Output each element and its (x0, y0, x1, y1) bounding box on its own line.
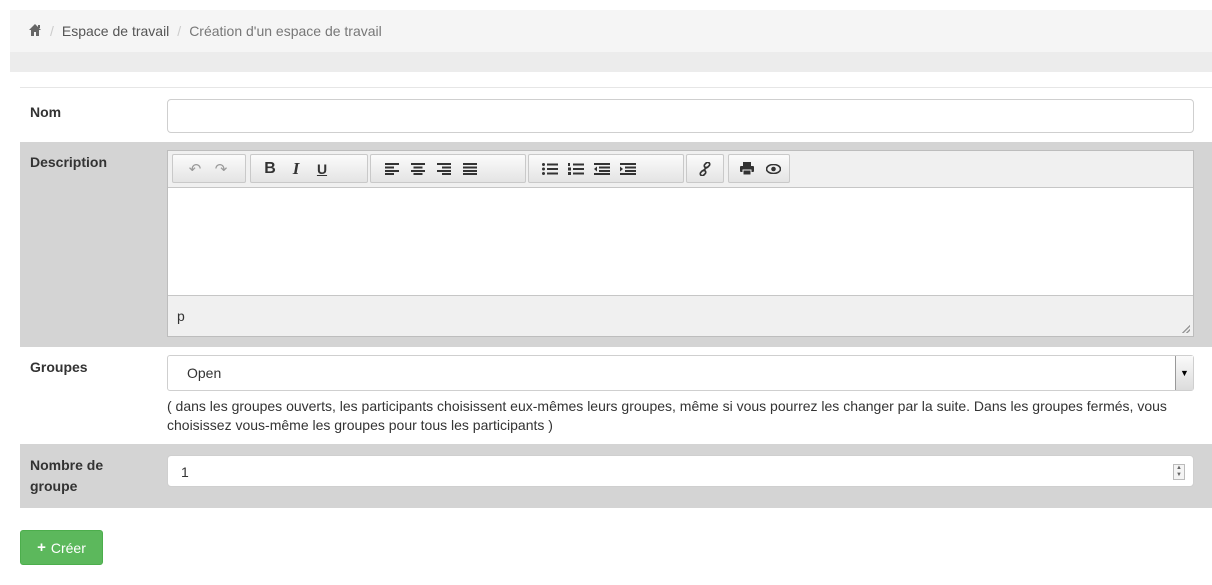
print-icon[interactable] (734, 155, 760, 182)
plus-icon: + (37, 539, 46, 556)
align-group (370, 154, 526, 183)
link-icon[interactable] (692, 155, 718, 182)
element-path[interactable]: p (177, 308, 185, 324)
nom-label: Nom (30, 104, 62, 120)
editor-content-area[interactable] (168, 188, 1193, 296)
editor-statusbar: p (168, 295, 1193, 336)
description-label: Description (30, 154, 108, 170)
align-left-icon[interactable] (379, 155, 405, 182)
create-button-label: Créer (50, 539, 86, 556)
breadcrumb: / Espace de travail / Création d'un espa… (10, 10, 1212, 52)
chevron-down-icon[interactable]: ▼ (1175, 356, 1193, 390)
undo-icon[interactable]: ↶ (182, 155, 208, 182)
create-button[interactable]: + Créer (20, 530, 103, 565)
groupes-label: Groupes (30, 359, 88, 375)
groupes-selected-value: Open (187, 365, 222, 381)
align-center-icon[interactable] (405, 155, 431, 182)
redo-icon[interactable]: ↷ (208, 155, 234, 182)
underline-icon[interactable]: U (309, 155, 335, 182)
description-row: Description ↶ ↷ B I U p (20, 142, 1212, 347)
breadcrumb-separator: / (50, 23, 54, 39)
outdent-icon[interactable] (589, 155, 615, 182)
nombre-value: 1 (181, 464, 189, 480)
numbered-list-icon[interactable] (563, 155, 589, 182)
editor-toolbar: ↶ ↷ B I U (168, 151, 1193, 188)
nom-input[interactable] (167, 99, 1194, 133)
nom-row: Nom (20, 87, 1212, 142)
history-group: ↶ ↷ (172, 154, 246, 183)
home-icon[interactable] (28, 23, 42, 40)
output-group (728, 154, 790, 183)
indent-icon[interactable] (615, 155, 641, 182)
align-justify-icon[interactable] (457, 155, 483, 182)
breadcrumb-separator: / (177, 23, 182, 39)
nombre-label: Nombre de groupe (30, 457, 104, 494)
groupes-row: Groupes Open ▼ ( dans les groupes ouvert… (20, 347, 1212, 444)
italic-icon[interactable]: I (283, 155, 309, 182)
breadcrumb-workspace-link[interactable]: Espace de travail (62, 23, 169, 39)
spinner-icon[interactable]: ▲ ▼ (1173, 464, 1185, 480)
nombre-row: Nombre de groupe 1 ▲ ▼ (20, 444, 1212, 508)
breadcrumb-current: Création d'un espace de travail (189, 23, 382, 39)
align-right-icon[interactable] (431, 155, 457, 182)
nombre-input[interactable]: 1 ▲ ▼ (167, 455, 1194, 487)
bullet-list-icon[interactable] (537, 155, 563, 182)
preview-icon[interactable] (760, 155, 786, 182)
rich-text-editor: ↶ ↷ B I U p (167, 150, 1194, 337)
bold-icon[interactable]: B (257, 155, 283, 182)
subheader-bar (10, 52, 1212, 72)
link-group (686, 154, 724, 183)
format-group: B I U (250, 154, 368, 183)
groupes-help-text: ( dans les groupes ouverts, les particip… (167, 398, 1167, 433)
resize-handle-icon[interactable] (1182, 325, 1190, 333)
groupes-select[interactable]: Open ▼ (167, 355, 1194, 391)
list-group (528, 154, 684, 183)
